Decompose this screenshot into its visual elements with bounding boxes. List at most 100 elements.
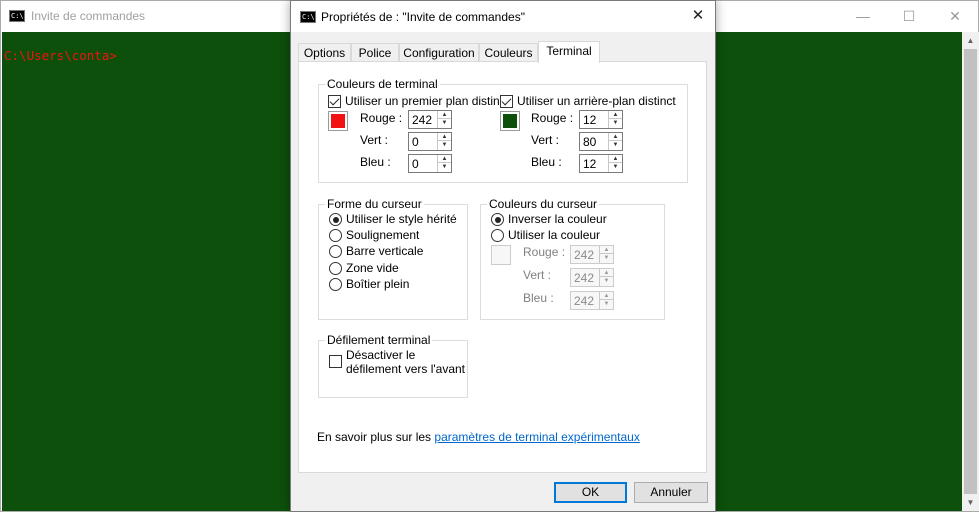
- console-close-button[interactable]: ✕: [932, 1, 978, 32]
- spin-up-icon: ▲: [600, 246, 613, 254]
- background-color-swatch: [500, 111, 520, 131]
- scroll-up-arrow-icon[interactable]: ▲: [962, 32, 979, 49]
- learn-more-text: En savoir plus sur les paramètres de ter…: [317, 430, 640, 444]
- experimental-settings-link[interactable]: paramètres de terminal expérimentaux: [434, 430, 639, 444]
- cursor-red-spinner: 242 ▲ ▼: [570, 245, 614, 264]
- spin-up-icon[interactable]: ▲: [609, 133, 622, 141]
- background-blue-value[interactable]: 12: [583, 157, 596, 171]
- cursor-shape-empty-box-radio[interactable]: [329, 262, 342, 275]
- cursor-shape-legacy-radio[interactable]: [329, 213, 342, 226]
- spin-up-icon[interactable]: ▲: [438, 133, 451, 141]
- foreground-red-spinner[interactable]: 242 ▲ ▼: [408, 110, 452, 129]
- cursor-color-swatch: [491, 245, 511, 265]
- distinct-background-checkbox[interactable]: [500, 95, 513, 108]
- spin-up-icon[interactable]: ▲: [438, 111, 451, 119]
- console-icon: C:\: [300, 11, 316, 23]
- background-red-label: Rouge :: [531, 111, 574, 125]
- background-green-spinner[interactable]: 80 ▲ ▼: [579, 132, 623, 151]
- cursor-color-use-label[interactable]: Utiliser la couleur: [508, 228, 600, 242]
- distinct-foreground-label[interactable]: Utiliser un premier plan distinct: [345, 94, 509, 108]
- cursor-color-invert-radio[interactable]: [491, 213, 504, 226]
- dialog-titlebar[interactable]: C:\ Propriétés de : "Invite de commandes…: [291, 1, 715, 32]
- console-title: Invite de commandes: [31, 9, 146, 23]
- learn-more-prefix: En savoir plus sur les: [317, 430, 435, 444]
- console-icon: C:\: [9, 10, 25, 22]
- spin-up-icon[interactable]: ▲: [438, 155, 451, 163]
- background-blue-spinner[interactable]: 12 ▲ ▼: [579, 154, 623, 173]
- cursor-shape-legacy-label[interactable]: Utiliser le style hérité: [346, 212, 457, 226]
- terminal-colors-legend: Couleurs de terminal: [325, 77, 440, 91]
- foreground-blue-spinner[interactable]: 0 ▲ ▼: [408, 154, 452, 173]
- cursor-shape-vertical-bar-radio[interactable]: [329, 245, 342, 258]
- cursor-shape-solid-box-radio[interactable]: [329, 278, 342, 291]
- terminal-scrolling-legend: Défilement terminal: [325, 333, 433, 347]
- terminal-colors-group: Couleurs de terminal Utiliser un premier…: [318, 77, 688, 183]
- background-green-value[interactable]: 80: [583, 135, 596, 149]
- properties-dialog: C:\ Propriétés de : "Invite de commandes…: [290, 0, 716, 512]
- tab-terminal[interactable]: Terminal: [538, 41, 600, 63]
- spin-down-icon: ▼: [603, 278, 610, 284]
- cursor-shape-underline-label[interactable]: Soulignement: [346, 228, 419, 242]
- background-red-value[interactable]: 12: [583, 113, 596, 127]
- spin-down-icon[interactable]: ▼: [438, 141, 451, 149]
- cursor-shape-solid-box-label[interactable]: Boîtier plein: [346, 277, 409, 291]
- background-red-spinner[interactable]: 12 ▲ ▼: [579, 110, 623, 129]
- cancel-button[interactable]: Annuler: [634, 482, 708, 503]
- spin-up-icon: ▲: [600, 269, 613, 277]
- disable-scroll-forward-checkbox[interactable]: [329, 355, 342, 368]
- terminal-scrolling-group: Défilement terminal Désactiver le défile…: [318, 333, 468, 398]
- disable-scroll-forward-label-line2[interactable]: défilement vers l'avant: [346, 362, 465, 376]
- distinct-foreground-checkbox[interactable]: [328, 95, 341, 108]
- tab-police[interactable]: Police: [351, 43, 399, 62]
- foreground-green-spinner[interactable]: 0 ▲ ▼: [408, 132, 452, 151]
- cursor-shape-vertical-bar-label[interactable]: Barre verticale: [346, 244, 423, 258]
- foreground-blue-label: Bleu :: [360, 155, 391, 169]
- spin-up-icon[interactable]: ▲: [609, 155, 622, 163]
- cursor-red-label: Rouge :: [523, 245, 566, 259]
- cursor-colors-legend: Couleurs du curseur: [487, 197, 600, 211]
- minimize-button[interactable]: —: [840, 1, 886, 32]
- spin-up-icon: ▲: [600, 292, 613, 300]
- cursor-shape-underline-radio[interactable]: [329, 229, 342, 242]
- spin-down-icon[interactable]: ▼: [438, 119, 451, 127]
- foreground-green-label: Vert :: [360, 133, 389, 147]
- scroll-down-arrow-icon[interactable]: ▼: [962, 494, 979, 511]
- console-prompt: C:\Users\conta>: [4, 48, 117, 63]
- spin-down-icon[interactable]: ▼: [438, 163, 451, 171]
- disable-scroll-forward-label-line1[interactable]: Désactiver le: [346, 348, 415, 362]
- distinct-background-label[interactable]: Utiliser un arrière-plan distinct: [517, 94, 676, 108]
- cursor-red-value: 242: [574, 248, 595, 262]
- foreground-green-value[interactable]: 0: [412, 135, 419, 149]
- cursor-green-label: Vert :: [523, 268, 552, 282]
- foreground-color-swatch: [328, 111, 348, 131]
- dialog-close-button[interactable]: ✕: [687, 5, 709, 27]
- background-color-fill: [503, 114, 517, 128]
- maximize-button[interactable]: ☐: [886, 1, 932, 32]
- scrollbar-thumb[interactable]: [964, 49, 977, 494]
- spin-down-icon: ▼: [603, 255, 610, 261]
- foreground-red-label: Rouge :: [360, 111, 403, 125]
- spin-down-icon[interactable]: ▼: [609, 163, 622, 171]
- spin-down-icon[interactable]: ▼: [609, 141, 622, 149]
- tab-couleurs[interactable]: Couleurs: [479, 43, 538, 62]
- spin-down-icon: ▼: [603, 301, 610, 307]
- foreground-red-value[interactable]: 242: [412, 113, 432, 127]
- dialog-title: Propriétés de : "Invite de commandes": [321, 10, 525, 24]
- cursor-colors-group: Couleurs du curseur Inverser la couleur …: [480, 197, 665, 320]
- cursor-color-use-radio[interactable]: [491, 229, 504, 242]
- foreground-color-fill: [331, 114, 345, 128]
- spin-down-icon[interactable]: ▼: [609, 119, 622, 127]
- background-blue-label: Bleu :: [531, 155, 562, 169]
- foreground-blue-value[interactable]: 0: [412, 157, 419, 171]
- console-scrollbar[interactable]: ▲ ▼: [962, 32, 979, 511]
- tab-options[interactable]: Options: [298, 43, 351, 62]
- ok-button[interactable]: OK: [554, 482, 627, 503]
- terminal-tab-panel: Couleurs de terminal Utiliser un premier…: [298, 61, 707, 473]
- cursor-shape-group: Forme du curseur Utiliser le style hérit…: [318, 197, 468, 320]
- cursor-color-invert-label[interactable]: Inverser la couleur: [508, 212, 607, 226]
- tab-configuration[interactable]: Configuration: [399, 43, 479, 62]
- spin-up-icon[interactable]: ▲: [609, 111, 622, 119]
- cursor-shape-legend: Forme du curseur: [325, 197, 424, 211]
- cursor-shape-empty-box-label[interactable]: Zone vide: [346, 261, 399, 275]
- cursor-blue-label: Bleu :: [523, 291, 554, 305]
